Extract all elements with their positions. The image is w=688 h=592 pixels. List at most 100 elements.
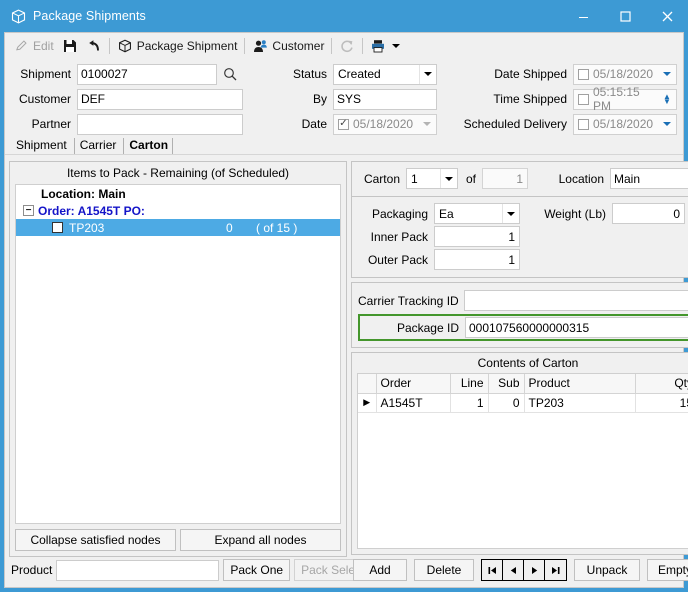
tree-node-item-qty: 0 <box>226 221 233 235</box>
packaging-combo[interactable]: Ea <box>434 203 520 224</box>
order-header[interactable]: Order <box>376 374 450 393</box>
location-label: Location <box>528 172 610 186</box>
unpack-button[interactable]: Unpack <box>574 559 640 581</box>
cell-sub: 0 <box>488 393 524 412</box>
minimize-button[interactable] <box>562 0 604 32</box>
date-picker[interactable]: 05/18/2020 <box>333 114 437 135</box>
tab-carrier[interactable]: Carrier <box>75 138 125 154</box>
date-shipped-picker[interactable]: 05/18/2020 <box>573 64 677 85</box>
maximize-button[interactable] <box>604 0 646 32</box>
product-input[interactable] <box>56 560 219 581</box>
toolbar-package-shipment-label: Package Shipment <box>137 39 238 53</box>
window-title: Package Shipments <box>33 9 562 23</box>
expand-all-nodes-button[interactable]: Expand all nodes <box>180 529 341 551</box>
location-input[interactable] <box>610 168 688 189</box>
customer-input[interactable] <box>77 89 243 110</box>
status-label: Status <box>289 67 333 81</box>
carton-combo[interactable]: 1 <box>406 168 458 189</box>
refresh-icon <box>339 38 355 54</box>
pack-one-button[interactable]: Pack One <box>223 559 290 581</box>
items-to-pack-pane: Items to Pack - Remaining (of Scheduled)… <box>9 161 347 583</box>
toolbar-edit-label: Edit <box>33 39 54 53</box>
packaging-row: Packaging Ea Weight (Lb) <box>358 202 688 225</box>
outer-pack-input[interactable] <box>434 249 520 270</box>
date-shipped-dropdown-arrow-icon[interactable] <box>658 65 676 84</box>
shipment-search-icon[interactable] <box>217 67 243 82</box>
by-label: By <box>289 92 333 106</box>
nav-last-icon[interactable] <box>545 560 566 580</box>
sub-header[interactable]: Sub <box>488 374 524 393</box>
tree-node-item-of: ( of 15 ) <box>256 221 297 235</box>
tab-carton[interactable]: Carton <box>124 138 173 154</box>
nav-prev-icon[interactable] <box>503 560 524 580</box>
tab-shipment[interactable]: Shipment <box>11 138 75 154</box>
status-combo[interactable]: Created <box>333 64 437 85</box>
print-dropdown-caret-icon[interactable] <box>392 44 400 48</box>
toolbar-package-shipment-button[interactable]: Package Shipment <box>113 35 242 56</box>
shipment-header-form: Shipment Customer Partner <box>5 58 683 134</box>
toolbar-print-button[interactable] <box>366 35 404 56</box>
outer-pack-label: Outer Pack <box>358 253 434 267</box>
scheduled-delivery-picker[interactable]: 05/18/2020 <box>573 114 677 135</box>
toolbar-refresh-button[interactable] <box>335 35 359 56</box>
by-input[interactable] <box>333 89 437 110</box>
time-shipped-spinner-icon[interactable]: ▲▼ <box>658 90 676 109</box>
shipment-input[interactable] <box>77 64 217 85</box>
customer-label: Customer <box>15 92 77 106</box>
product-header[interactable]: Product <box>524 374 636 393</box>
date-dropdown-arrow-icon[interactable] <box>418 115 436 134</box>
row-indicator-header <box>358 374 376 393</box>
date-shipped-row: Date Shipped 05/18/2020 <box>435 63 677 85</box>
package-box-icon <box>117 38 133 54</box>
scheduled-delivery-label: Scheduled Delivery <box>435 117 573 131</box>
partner-input[interactable] <box>77 114 243 135</box>
qty-header[interactable]: Qty <box>636 374 688 393</box>
carrier-tracking-input[interactable] <box>464 290 688 311</box>
add-button[interactable]: Add <box>353 559 407 581</box>
tree-node-order[interactable]: − Order: A1545T PO: <box>16 202 340 219</box>
packaging-dropdown-arrow-icon[interactable] <box>502 204 519 223</box>
toolbar-undo-button[interactable] <box>82 35 106 56</box>
table-row[interactable]: ▶ A1545T 1 0 TP203 15 <box>358 393 688 412</box>
nav-next-icon[interactable] <box>524 560 545 580</box>
date-value: 05/18/2020 <box>353 117 418 131</box>
item-checkbox[interactable] <box>52 222 63 233</box>
toolbar-separator <box>362 38 363 54</box>
delete-button[interactable]: Delete <box>414 559 474 581</box>
time-shipped-picker[interactable]: 05:15:15 PM ▲▼ <box>573 89 677 110</box>
package-box-icon <box>10 8 26 24</box>
date-checkbox[interactable] <box>338 119 349 130</box>
carrier-tracking-row: Carrier Tracking ID <box>358 289 688 312</box>
items-to-pack-group: Items to Pack - Remaining (of Scheduled)… <box>9 161 347 557</box>
scheduled-delivery-dropdown-arrow-icon[interactable] <box>658 115 676 134</box>
toolbar-customer-button[interactable]: Customer <box>248 35 328 56</box>
weight-input[interactable] <box>612 203 685 224</box>
collapse-expander-icon[interactable]: − <box>23 205 34 216</box>
toolbar-edit-button[interactable]: Edit <box>9 35 58 56</box>
nav-first-icon[interactable] <box>482 560 503 580</box>
items-to-pack-tree[interactable]: Location: Main − Order: A1545T PO: TP203… <box>15 184 341 524</box>
time-shipped-checkbox[interactable] <box>578 94 589 105</box>
carton-dropdown-arrow-icon[interactable] <box>440 169 457 188</box>
carton-detail-pane: Carton 1 of Location Packaging <box>351 161 688 583</box>
contents-grid[interactable]: Order Line Sub Product Qty ▶ <box>357 373 688 549</box>
inner-pack-input[interactable] <box>434 226 520 247</box>
inner-pack-row: Inner Pack <box>358 225 688 248</box>
collapse-satisfied-nodes-button[interactable]: Collapse satisfied nodes <box>15 529 176 551</box>
tree-node-item[interactable]: TP203 0 ( of 15 ) <box>16 219 340 236</box>
close-button[interactable] <box>646 0 688 32</box>
save-disk-icon <box>62 38 78 54</box>
form-middle-column: Status Created By Date 05/18/2020 <box>289 63 437 138</box>
date-shipped-checkbox[interactable] <box>578 69 589 80</box>
toolbar-save-button[interactable] <box>58 35 82 56</box>
scheduled-delivery-checkbox[interactable] <box>578 119 589 130</box>
empty-button[interactable]: Empty <box>647 559 688 581</box>
toolbar-separator <box>109 38 110 54</box>
carton-info-group: Carton 1 of Location <box>351 161 688 197</box>
time-shipped-value: 05:15:15 PM <box>593 85 658 113</box>
package-id-input[interactable] <box>465 317 688 338</box>
packaging-value: Ea <box>439 207 454 221</box>
line-header[interactable]: Line <box>450 374 488 393</box>
status-dropdown-arrow-icon[interactable] <box>419 65 436 84</box>
tree-node-location[interactable]: Location: Main <box>16 185 340 202</box>
